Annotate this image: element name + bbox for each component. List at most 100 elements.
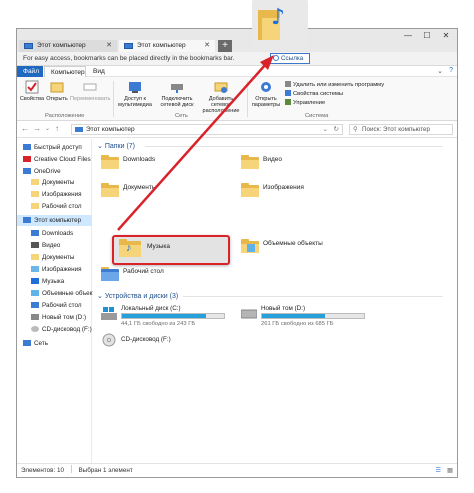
new-tab-button[interactable]: + (218, 40, 232, 52)
search-icon: ⚲ (353, 126, 358, 133)
sidebar-item-desktop[interactable]: Рабочий стол (31, 201, 82, 212)
drive-cd[interactable]: CD-дисковод (F:) (101, 333, 231, 349)
bookmarks-bar: For easy access, bookmarks can be placed… (17, 52, 457, 66)
folder-icon (31, 191, 39, 197)
browser-titlebar: Этот компьютер ✕ Этот компьютер ✕ + — ☐ … (17, 29, 457, 52)
group-label-system: Система (305, 113, 329, 119)
chevron-down-icon[interactable]: ⌄ (45, 125, 50, 132)
sidebar-item-this-pc[interactable]: Этот компьютер (17, 215, 92, 226)
minimize-button[interactable]: — (399, 31, 417, 41)
devices-group-header[interactable]: ⌄ Устройства и диски (3) (97, 292, 447, 300)
close-window-button[interactable]: ✕ (437, 31, 455, 41)
music-icon: ♪ (119, 239, 141, 257)
sidebar-item-cd-drive[interactable]: CD-дисковод (F:) (31, 324, 92, 335)
explorer-window: Этот компьютер ✕ Этот компьютер ✕ + — ☐ … (16, 28, 458, 478)
system-properties-link[interactable]: Свойства системы (285, 90, 343, 97)
video-icon (31, 242, 39, 248)
divider (183, 296, 443, 297)
back-arrow-icon[interactable]: ← (21, 124, 29, 133)
tab-computer[interactable]: Компьютер (44, 66, 86, 77)
ribbon-separator (113, 81, 114, 117)
drive-d-usage-bar (261, 313, 365, 319)
navigation-pane: Быстрый доступ Creative Cloud Files OneD… (17, 139, 100, 464)
tab-view[interactable]: Вид (87, 66, 111, 77)
rename-button[interactable]: Переименовать (70, 80, 110, 102)
open-settings-button[interactable]: Открыть параметры (249, 80, 283, 108)
sidebar-item-music[interactable]: Музыка (31, 276, 64, 287)
folders-group-header[interactable]: ⌄ Папки (7) (97, 142, 447, 150)
media-access-button[interactable]: Доступ к мультимедиа (115, 80, 155, 108)
drive-d[interactable]: Новый том (D:) 261 ГБ свободно из 685 ГБ (241, 305, 371, 329)
sidebar-item-images[interactable]: Изображения (31, 189, 82, 200)
drive-c[interactable]: Локальный диск (C:) 44,1 ГБ свободно из … (101, 305, 231, 329)
group-label-network: Сеть (175, 113, 188, 119)
sidebar-item-network[interactable]: Сеть (23, 338, 48, 349)
network-icon (23, 340, 31, 346)
divider (145, 146, 443, 147)
chevron-down-icon: ⌄ (97, 143, 103, 150)
star-icon (23, 144, 31, 150)
drive-usage-fill (262, 314, 326, 318)
details-view-icon[interactable]: ☰ (435, 464, 441, 477)
selection-count: Выбран 1 элемент (78, 467, 133, 474)
sidebar-item-downloads[interactable]: Downloads (31, 228, 73, 239)
folder-icon (31, 203, 39, 209)
chevron-down-icon[interactable]: ⌄ (323, 125, 328, 135)
search-input[interactable]: ⚲ Поиск: Этот компьютер (349, 124, 453, 135)
computer-icon (124, 43, 133, 49)
sidebar-item-onedrive[interactable]: OneDrive (23, 166, 61, 177)
address-bar-row: ← → ⌄ ↑ Этот компьютер ⌄ ↻ ⚲ Поиск: Этот… (17, 121, 457, 138)
checkmark-icon (25, 80, 39, 94)
tiles-view-icon[interactable]: ▦ (447, 464, 453, 477)
chevron-down-icon: ⌄ (97, 293, 103, 300)
close-icon[interactable]: ✕ (106, 40, 112, 52)
management-link[interactable]: Управление (285, 99, 325, 106)
sidebar-item-images-pc[interactable]: Изображения (31, 264, 82, 275)
program-icon (285, 81, 291, 87)
browser-tab-inactive[interactable]: Этот компьютер ✕ (19, 40, 117, 52)
sidebar-item-creative-cloud[interactable]: Creative Cloud Files (23, 154, 91, 165)
status-bar: Элементов: 10 Выбран 1 элемент ☰ ▦ (17, 463, 457, 477)
properties-button[interactable]: Свойства (19, 80, 45, 102)
add-network-location-button[interactable]: Добавить сетевое расположение (199, 80, 243, 114)
sidebar-item-quick-access[interactable]: Быстрый доступ (23, 142, 82, 153)
browser-tab-active[interactable]: Этот компьютер ✕ (119, 40, 215, 52)
computer-icon (23, 217, 31, 223)
uninstall-program-link[interactable]: Удалить или изменить программу (285, 81, 384, 88)
media-icon (129, 82, 141, 93)
sidebar-item-documents-pc[interactable]: Документы (31, 252, 74, 263)
drive-icon (241, 309, 257, 319)
sidebar-item-video[interactable]: Видео (31, 240, 60, 251)
folder-icon (101, 267, 119, 281)
windows-drive-icon (101, 307, 117, 320)
close-icon[interactable]: ✕ (204, 40, 210, 52)
breadcrumb: Этот компьютер (86, 126, 135, 133)
drive-c-usage-bar (121, 313, 225, 319)
open-button[interactable]: Открыть (45, 80, 69, 102)
map-network-drive-button[interactable]: Подключить сетевой диск (157, 80, 197, 108)
computer-icon (75, 127, 83, 132)
folder-open-icon (50, 82, 64, 93)
management-icon (285, 99, 291, 105)
download-icon (31, 230, 39, 236)
help-icon[interactable]: ? (449, 67, 453, 74)
chevron-down-icon[interactable]: ⌄ (437, 67, 443, 75)
sidebar-item-documents[interactable]: Документы (31, 177, 74, 188)
drive-icon (31, 314, 39, 320)
address-input[interactable]: Этот компьютер ⌄ ↻ (71, 124, 343, 135)
forward-arrow-icon[interactable]: → (33, 124, 41, 133)
cd-icon (31, 326, 39, 332)
sidebar-item-3d-objects[interactable]: Объемные объекты (31, 288, 100, 299)
up-arrow-icon[interactable]: ↑ (55, 124, 59, 133)
tab-file[interactable]: Файл (17, 66, 43, 77)
tab-label: Этот компьютер (137, 42, 186, 49)
refresh-icon[interactable]: ↻ (334, 125, 339, 135)
image-icon (31, 266, 39, 272)
folder-icon (31, 254, 39, 260)
link-icon (273, 55, 279, 61)
dragged-folder-preview: ♪ (252, 0, 308, 50)
folder-icon (241, 155, 259, 169)
sidebar-item-drive-d[interactable]: Новый том (D:) (31, 312, 86, 323)
maximize-button[interactable]: ☐ (418, 31, 436, 41)
sidebar-item-desktop-pc[interactable]: Рабочий стол (31, 300, 82, 311)
